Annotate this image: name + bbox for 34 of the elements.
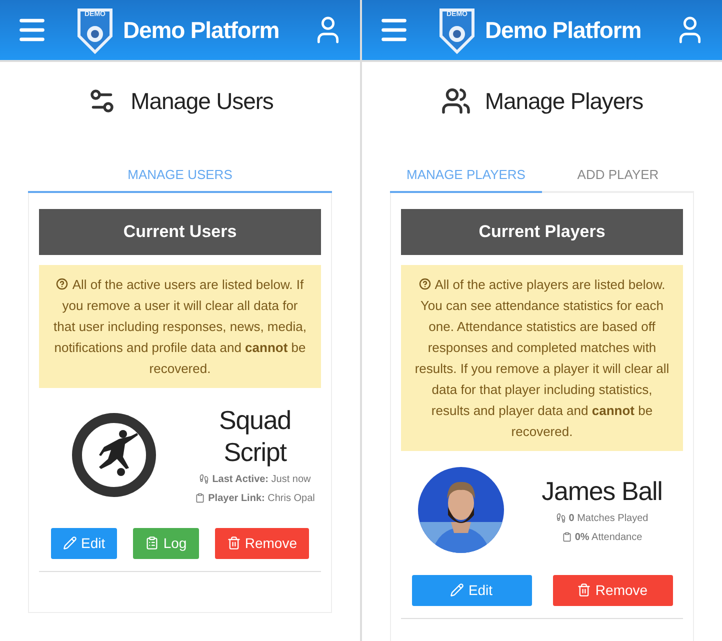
edit-button[interactable]: Edit (412, 574, 532, 606)
trash-icon (226, 536, 241, 550)
stat-text: 0 Matches Played (568, 512, 648, 526)
card-title: Current Players (401, 208, 683, 254)
tab[interactable]: MANAGE PLAYERS (390, 158, 542, 192)
clipboard-icon (562, 532, 572, 542)
help-icon (418, 278, 431, 290)
app-title: Demo Platform (123, 16, 280, 45)
pencil-icon (450, 583, 464, 597)
tab[interactable]: MANAGE USERS (28, 158, 332, 192)
remove-button[interactable]: Remove (552, 574, 672, 606)
app-title: Demo Platform (485, 16, 642, 45)
remove-button[interactable]: Remove (214, 528, 309, 558)
card-title: Current Users (39, 208, 321, 254)
edit-button[interactable]: Edit (51, 528, 118, 558)
group-icon (440, 86, 471, 116)
trash-icon (577, 583, 592, 597)
clipboard-icon (195, 493, 206, 503)
pencil-icon (63, 536, 77, 550)
clipboard-icon (145, 536, 160, 550)
page-title: Manage Users (130, 87, 274, 116)
entry-name: Squad Script (218, 404, 292, 468)
stat-text: 0% Attendance (574, 530, 642, 544)
log-button[interactable]: Log (133, 528, 199, 558)
notice: All of the active users are listed below. If you remove a user it will clear all data for that user including responses, news, media, notifications and profile data and cannot be recovered. (39, 264, 321, 388)
footprints-icon (199, 474, 210, 484)
stat-text: Last Active: Just now (212, 472, 311, 486)
help-icon (56, 278, 68, 290)
page-title: Manage Players (484, 87, 644, 116)
footprints-icon (556, 513, 566, 523)
notice: All of the active players are listed below. You can see attendance statistics for each one. Attendance statistics are based off responses and completed matches with results. If you remove a player it will clear all data for that player including statistics, results and player data and cannot be recovered. (401, 264, 683, 450)
entry-name: James Ball (542, 474, 662, 506)
stat-text: Player Link: Chris Opal (208, 492, 315, 506)
tab[interactable]: ADD PLAYER (542, 158, 694, 192)
